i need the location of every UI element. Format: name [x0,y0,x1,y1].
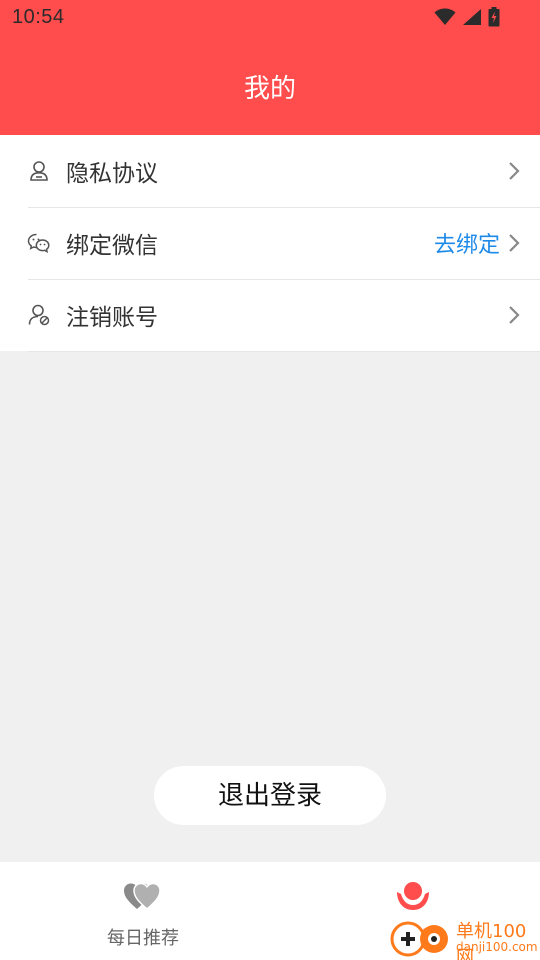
hearts-icon [124,882,161,910]
watermark-url: danji100.com [456,940,538,954]
wifi-icon [434,8,456,25]
user-remove-icon [28,304,50,326]
privacy-policy-row[interactable]: 隐私协议 [0,135,540,207]
watermark-logo-icon [390,921,448,957]
tab-daily-recommend[interactable]: 每日推荐 [43,862,243,960]
logout-button[interactable]: 退出登录 [154,766,386,825]
screen: 10:54 我的 隐私协议 绑定微信 去绑定 注销账号 退出登录 每日推荐 单机… [0,0,540,960]
delete-account-label: 注销账号 [66,305,158,331]
app-header: 10:54 我的 [0,0,540,135]
wechat-icon [27,233,50,254]
delete-account-row[interactable]: 注销账号 [0,279,540,351]
user-profile-icon [30,161,48,181]
bind-wechat-row[interactable]: 绑定微信 去绑定 [0,207,540,279]
chevron-right-icon [509,162,520,180]
settings-list: 隐私协议 绑定微信 去绑定 注销账号 [0,135,540,352]
bind-wechat-label: 绑定微信 [66,233,158,259]
page-title: 我的 [243,74,296,104]
bind-wechat-action[interactable]: 去绑定 [434,227,500,259]
watermark: 单机100网 danji100.com [390,916,540,960]
user-hug-icon [397,882,429,910]
status-icons [434,7,500,27]
privacy-policy-label: 隐私协议 [66,161,158,187]
list-divider [28,351,540,352]
tab-daily-recommend-label: 每日推荐 [107,928,179,949]
status-time: 10:54 [12,6,65,28]
chevron-right-icon [509,306,520,324]
cell-signal-icon [463,9,481,25]
battery-icon [488,7,500,27]
chevron-right-icon [509,234,520,252]
